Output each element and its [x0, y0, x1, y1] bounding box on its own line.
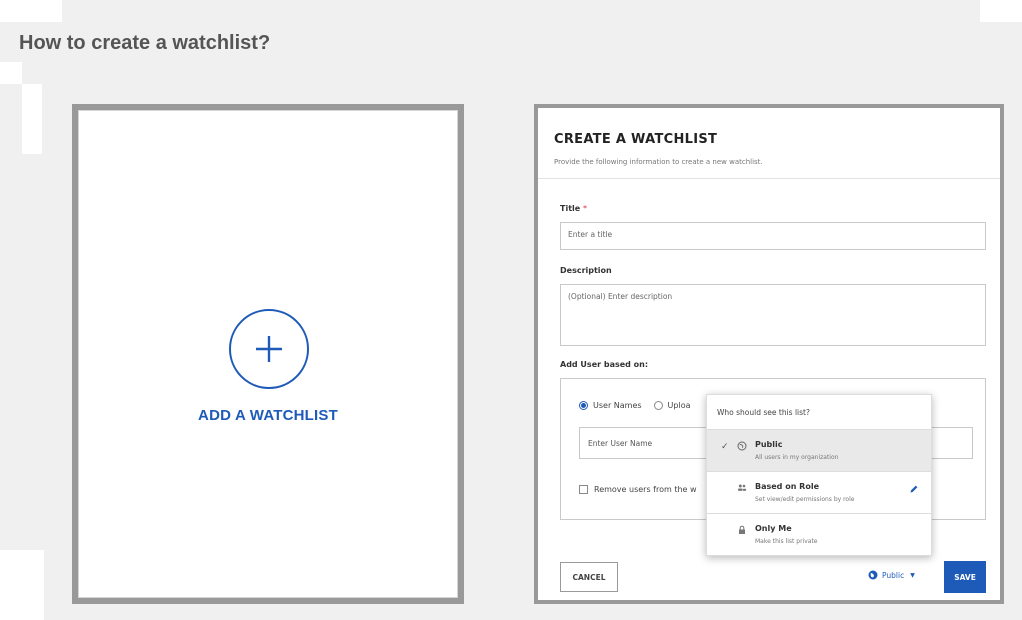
description-label: Description [560, 266, 612, 275]
visibility-dropdown[interactable]: Public ▼ [868, 570, 915, 580]
option-title: Public [755, 440, 783, 449]
title-label-text: Title [560, 204, 581, 213]
visibility-menu-header: Who should see this list? [717, 408, 810, 417]
plus-icon [256, 336, 282, 362]
background-block [0, 0, 62, 22]
create-watchlist-dialog: CREATE A WATCHLIST Provide the following… [538, 108, 1000, 600]
users-icon [738, 484, 747, 491]
add-user-label: Add User based on: [560, 360, 649, 369]
remove-users-label[interactable]: Remove users from the w [594, 485, 697, 494]
caret-down-icon: ▼ [910, 571, 915, 579]
visibility-option-only-me[interactable]: Only Me Make this list private [707, 513, 931, 555]
cancel-button[interactable]: CANCEL [560, 562, 618, 592]
lock-icon [739, 525, 745, 534]
radio-user-names[interactable] [579, 401, 588, 410]
globe-icon [737, 441, 747, 451]
pencil-icon[interactable] [909, 484, 919, 494]
option-description: Set view/edit permissions by role [755, 496, 855, 503]
globe-icon [868, 570, 878, 580]
visibility-option-based-on-role[interactable]: Based on Role Set view/edit permissions … [707, 471, 931, 513]
background-block [0, 550, 44, 620]
dialog-title: CREATE A WATCHLIST [554, 132, 718, 147]
add-watchlist-label[interactable]: ADD A WATCHLIST [79, 407, 457, 424]
save-button[interactable]: SAVE [944, 561, 986, 593]
add-watchlist-card[interactable]: ADD A WATCHLIST [78, 110, 458, 598]
title-label: Title * [560, 204, 587, 213]
radio-group: User Names Uploa [579, 401, 691, 410]
remove-users-row: Remove users from the w [579, 485, 697, 494]
remove-users-checkbox[interactable] [579, 485, 588, 494]
radio-user-names-label[interactable]: User Names [593, 401, 642, 410]
option-title: Based on Role [755, 482, 819, 491]
option-description: All users in my organization [755, 454, 839, 461]
add-watchlist-frame: ADD A WATCHLIST [72, 104, 464, 604]
create-watchlist-frame: CREATE A WATCHLIST Provide the following… [534, 104, 1004, 604]
background-block [22, 84, 42, 154]
option-title: Only Me [755, 524, 792, 533]
divider [538, 178, 1000, 179]
dialog-subtitle: Provide the following information to cre… [554, 158, 763, 166]
add-watchlist-button[interactable] [229, 309, 309, 389]
visibility-option-public[interactable]: ✓ Public All users in my organization [707, 429, 931, 471]
background-block [0, 62, 22, 84]
radio-upload-label[interactable]: Uploa [668, 401, 691, 410]
description-input[interactable]: (Optional) Enter description [560, 284, 986, 346]
visibility-menu: Who should see this list? ✓ Public All u… [706, 394, 932, 556]
radio-upload[interactable] [653, 401, 663, 410]
visibility-label[interactable]: Public [882, 571, 904, 580]
option-description: Make this list private [755, 538, 818, 545]
check-icon: ✓ [721, 442, 729, 452]
required-mark: * [583, 204, 587, 213]
title-input[interactable]: Enter a title [560, 222, 986, 250]
background-block [980, 0, 1022, 22]
page-title: How to create a watchlist? [19, 32, 271, 54]
